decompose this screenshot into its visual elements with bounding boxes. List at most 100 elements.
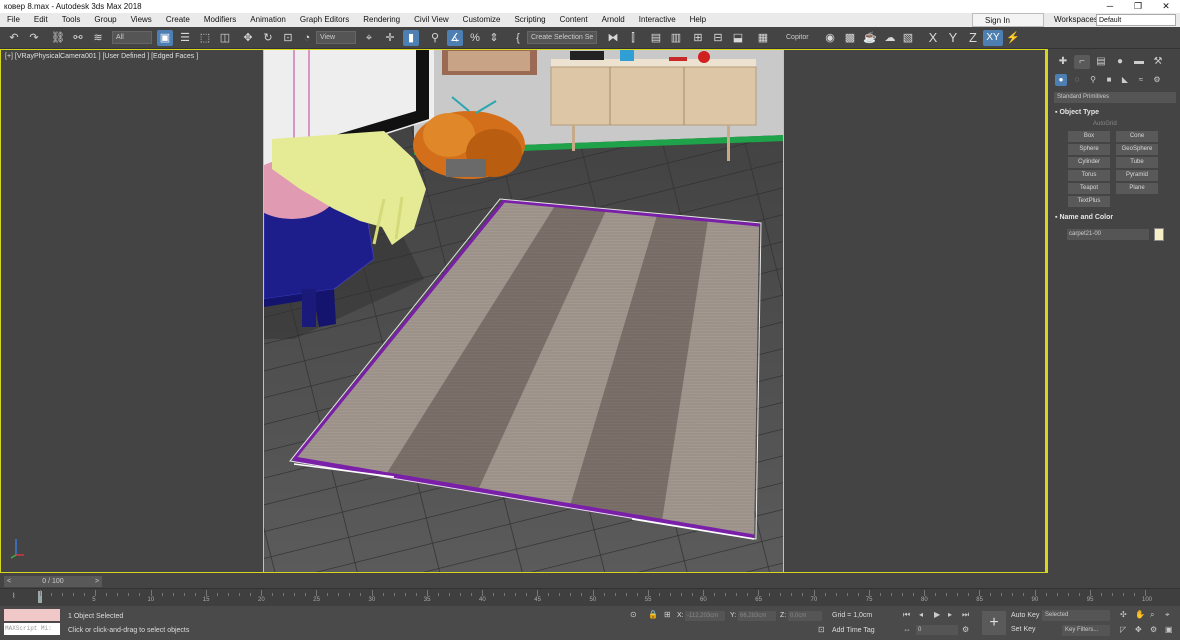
modify-tab-icon[interactable]: ⌐ — [1074, 55, 1090, 69]
motion-tab-icon[interactable]: ● — [1112, 55, 1128, 69]
go-to-start-icon[interactable]: ⏮ — [903, 610, 910, 620]
time-configuration-icon[interactable]: ⚙ — [962, 625, 969, 634]
cone-button[interactable]: Cone — [1116, 131, 1158, 142]
orbit-subobject-icon[interactable]: ⚙ — [1150, 625, 1157, 634]
menu-modifiers[interactable]: Modifiers — [197, 13, 243, 27]
menu-help[interactable]: Help — [683, 13, 713, 27]
render-production-icon[interactable]: ▩ — [842, 30, 858, 46]
orbit-icon[interactable]: ✣ — [1120, 610, 1127, 619]
play-icon[interactable]: ▶ — [934, 610, 940, 619]
plane-button[interactable]: Plane — [1116, 183, 1158, 194]
torus-button[interactable]: Torus — [1068, 170, 1110, 181]
time-slider[interactable]: < 0 / 100 > — [0, 575, 1180, 588]
render-setup-icon[interactable]: ▦ — [755, 30, 771, 46]
named-selection-dropdown[interactable]: Create Selection Se — [527, 31, 597, 44]
window-crossing-icon[interactable]: ◫ — [217, 30, 233, 46]
object-type-rollout[interactable]: ▪ Object Type — [1055, 109, 1099, 116]
undo-icon[interactable]: ↶ — [6, 30, 22, 46]
menu-civil-view[interactable]: Civil View — [407, 13, 456, 27]
zoom-all-icon[interactable]: ⌖ — [1165, 610, 1170, 620]
zoom-icon[interactable]: ⌕ — [1150, 610, 1154, 620]
pyramid-button[interactable]: Pyramid — [1116, 170, 1158, 181]
autogrid-checkbox[interactable]: AutoGrid — [1093, 121, 1117, 127]
maxscript-input[interactable]: MAXScript Mi: — [4, 623, 60, 635]
absolute-mode-icon[interactable]: ⊞ — [664, 610, 671, 619]
select-manipulate-icon[interactable]: ✛ — [382, 30, 398, 46]
schematic-view-icon[interactable]: ⊟ — [710, 30, 726, 46]
x-coordinate-field[interactable]: -112,203cm — [685, 611, 725, 621]
geometry-icon[interactable]: ● — [1055, 74, 1067, 86]
menu-edit[interactable]: Edit — [27, 13, 55, 27]
curve-editor-mini-icon[interactable]: ⌇ — [12, 592, 15, 600]
current-frame-field[interactable]: 0 — [916, 625, 958, 635]
camera-viewport[interactable] — [263, 49, 784, 572]
walkthrough-icon[interactable]: ✥ — [1135, 625, 1142, 634]
key-mode-toggle-icon[interactable]: ⇔ — [903, 625, 911, 634]
create-tab-icon[interactable]: ✚ — [1055, 55, 1071, 69]
menu-customize[interactable]: Customize — [456, 13, 508, 27]
menu-group[interactable]: Group — [87, 13, 123, 27]
time-slider-frame[interactable]: 0 / 100 — [14, 576, 92, 587]
field-of-view-icon[interactable]: ◸ — [1120, 625, 1126, 634]
add-time-tag[interactable]: Add Time Tag — [832, 627, 875, 634]
space-warps-icon[interactable]: ≈ — [1135, 74, 1147, 86]
key-filters-button[interactable]: Key Filters... — [1062, 625, 1110, 636]
scene-explorer-icon[interactable]: ▤ — [648, 30, 664, 46]
link-icon[interactable]: ⛓ — [50, 30, 66, 46]
render-frame-icon[interactable]: ◉ — [822, 30, 838, 46]
object-color-swatch[interactable] — [1154, 228, 1164, 241]
menu-file[interactable]: File — [0, 13, 27, 27]
time-tag-icon[interactable]: ⊡ — [818, 625, 825, 634]
angle-snap-icon[interactable]: ∡ — [447, 30, 463, 46]
previous-frame-icon[interactable]: ◂ — [919, 610, 923, 619]
mirror-icon[interactable]: ⧓ — [605, 30, 621, 46]
box-button[interactable]: Box — [1068, 131, 1110, 142]
percent-snap-icon[interactable]: % — [467, 30, 483, 46]
restore-button[interactable]: ❐ — [1124, 0, 1152, 13]
geosphere-button[interactable]: GeoSphere — [1116, 144, 1158, 155]
systems-icon[interactable]: ⚙ — [1151, 74, 1163, 86]
snap-toggle-icon[interactable]: ⚲ — [427, 30, 443, 46]
textplus-button[interactable]: TextPlus — [1068, 196, 1110, 207]
y-coordinate-field[interactable]: 66,283cm — [738, 611, 776, 621]
rotate-icon[interactable]: ↻ — [260, 30, 276, 46]
axis-y-constraint[interactable]: Y — [945, 30, 961, 46]
menu-create[interactable]: Create — [159, 13, 197, 27]
bind-space-warp-icon[interactable]: ≋ — [90, 30, 106, 46]
auto-key-button[interactable]: Auto Key — [1011, 612, 1039, 619]
menu-arnold[interactable]: Arnold — [595, 13, 632, 27]
key-mode-dropdown[interactable]: Selected — [1042, 610, 1110, 621]
scale-icon[interactable]: ⊡ — [280, 30, 296, 46]
selection-lock-icon[interactable]: 🔒 — [648, 610, 658, 619]
viewport-right-area[interactable] — [784, 49, 1047, 572]
reference-coord-dropdown[interactable]: View — [316, 31, 356, 44]
menu-views[interactable]: Views — [124, 13, 159, 27]
minimize-button[interactable]: ─ — [1096, 0, 1124, 13]
axis-z-constraint[interactable]: Z — [965, 30, 981, 46]
pan-view-icon[interactable]: ✋ — [1135, 610, 1145, 619]
place-icon[interactable]: ◔ — [299, 30, 315, 46]
z-coordinate-field[interactable]: 0,0cm — [788, 611, 822, 621]
helpers-icon[interactable]: ◣ — [1119, 74, 1131, 86]
primitive-category-dropdown[interactable]: Standard Primitives — [1054, 92, 1176, 103]
viewport-left-area[interactable] — [0, 49, 263, 572]
align-icon[interactable]: ⫿ — [625, 30, 641, 46]
vray-frame-buffer-icon[interactable]: ▧ — [900, 30, 916, 46]
time-slider-next[interactable]: > — [92, 576, 102, 587]
unlink-icon[interactable]: ⚯ — [70, 30, 86, 46]
sphere-button[interactable]: Sphere — [1068, 144, 1110, 155]
shapes-icon[interactable]: ◌ — [1071, 74, 1083, 86]
isolate-selection-icon[interactable]: ⊙ — [630, 610, 637, 619]
tube-button[interactable]: Tube — [1116, 157, 1158, 168]
maxscript-listener-output[interactable] — [4, 609, 60, 621]
close-button[interactable]: ✕ — [1152, 0, 1180, 13]
sign-in-button[interactable]: Sign In — [972, 13, 1044, 27]
curve-editor-icon[interactable]: ⊞ — [690, 30, 706, 46]
set-key-big-icon[interactable]: + — [982, 611, 1006, 635]
axis-x-constraint[interactable]: X — [925, 30, 941, 46]
next-frame-icon[interactable]: ▸ — [948, 610, 952, 619]
workspace-dropdown[interactable]: Default — [1096, 14, 1176, 26]
selection-filter-dropdown[interactable]: All — [112, 31, 152, 44]
select-object-icon[interactable]: ▣ — [157, 30, 173, 46]
time-slider-prev[interactable]: < — [4, 576, 14, 587]
